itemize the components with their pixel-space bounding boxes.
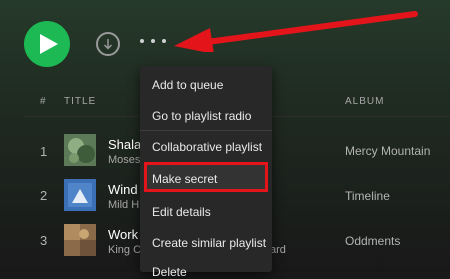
download-button[interactable] [96, 32, 120, 56]
album-art-thumbnail [64, 134, 96, 166]
partial-artist-text: ard [270, 244, 286, 256]
menu-item-collaborative-playlist[interactable]: Collaborative playlist [152, 140, 262, 154]
track-title[interactable]: Wind [108, 182, 138, 197]
track-title[interactable]: Shala [108, 137, 141, 152]
menu-item-delete[interactable]: Delete [152, 265, 187, 279]
row-number: 1 [40, 144, 48, 159]
play-icon [39, 34, 58, 54]
track-title[interactable]: Work [108, 227, 138, 242]
context-menu: Add to queue Go to playlist radio Collab… [140, 66, 272, 279]
menu-item-add-to-queue[interactable]: Add to queue [152, 78, 223, 92]
track-artist[interactable]: Moses [108, 154, 140, 166]
track-album[interactable]: Mercy Mountain [345, 144, 430, 158]
column-header-number: # [40, 96, 47, 107]
track-album[interactable]: Oddments [345, 234, 400, 248]
column-header-title[interactable]: TITLE [64, 96, 96, 107]
row-number: 3 [40, 233, 48, 248]
album-art-thumbnail [64, 224, 96, 256]
row-number: 2 [40, 188, 48, 203]
menu-item-make-secret[interactable]: Make secret [152, 172, 217, 186]
column-header-album[interactable]: ALBUM [345, 96, 384, 107]
album-art-thumbnail [64, 179, 96, 211]
menu-item-playlist-radio[interactable]: Go to playlist radio [152, 109, 251, 123]
track-artist[interactable]: Mild H [108, 199, 139, 211]
menu-divider [140, 130, 272, 131]
annotation-arrow-icon [174, 11, 418, 52]
menu-item-create-similar-playlist[interactable]: Create similar playlist [152, 236, 266, 250]
menu-item-edit-details[interactable]: Edit details [152, 205, 211, 219]
download-icon [103, 39, 113, 50]
play-button[interactable] [24, 21, 70, 67]
more-options-button[interactable] [140, 34, 166, 48]
track-album[interactable]: Timeline [345, 189, 390, 203]
more-horizontal-icon [140, 39, 144, 43]
track-artist[interactable]: King C [108, 244, 141, 256]
